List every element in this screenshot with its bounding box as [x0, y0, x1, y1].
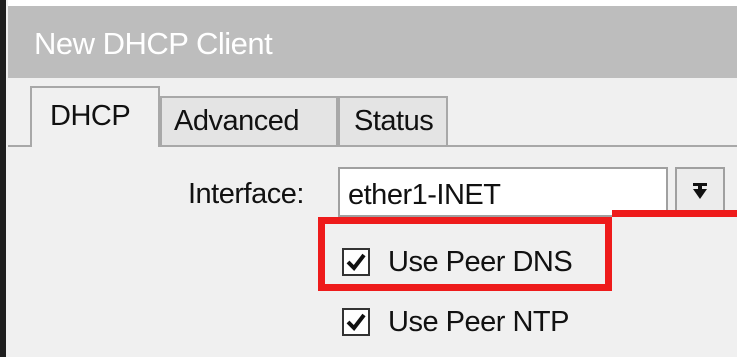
annotation-highlight-box — [318, 217, 612, 291]
tab-status[interactable]: Status — [338, 96, 448, 147]
checkmark-icon — [346, 313, 366, 332]
tab-dhcp-label: DHCP — [50, 100, 131, 132]
interface-label: Interface: — [188, 178, 304, 210]
use-peer-ntp-row[interactable]: Use Peer NTP — [342, 306, 612, 342]
use-peer-ntp-label: Use Peer NTP — [388, 306, 569, 338]
title-bar[interactable]: New DHCP Client — [8, 0, 737, 78]
tab-advanced-label: Advanced — [174, 105, 300, 137]
interface-value: ether1-INET — [348, 179, 501, 211]
tab-status-label: Status — [354, 105, 434, 137]
annotation-highlight-line — [612, 210, 737, 217]
dropdown-arrow-icon — [693, 183, 707, 199]
tab-advanced[interactable]: Advanced — [160, 96, 338, 147]
window-left-border — [0, 0, 6, 357]
window-title: New DHCP Client — [34, 26, 273, 61]
tab-dhcp[interactable]: DHCP — [30, 86, 160, 147]
dhcp-client-window: New DHCP Client DHCP Advanced Status Int… — [0, 0, 737, 357]
use-peer-ntp-checkbox[interactable] — [342, 308, 370, 336]
